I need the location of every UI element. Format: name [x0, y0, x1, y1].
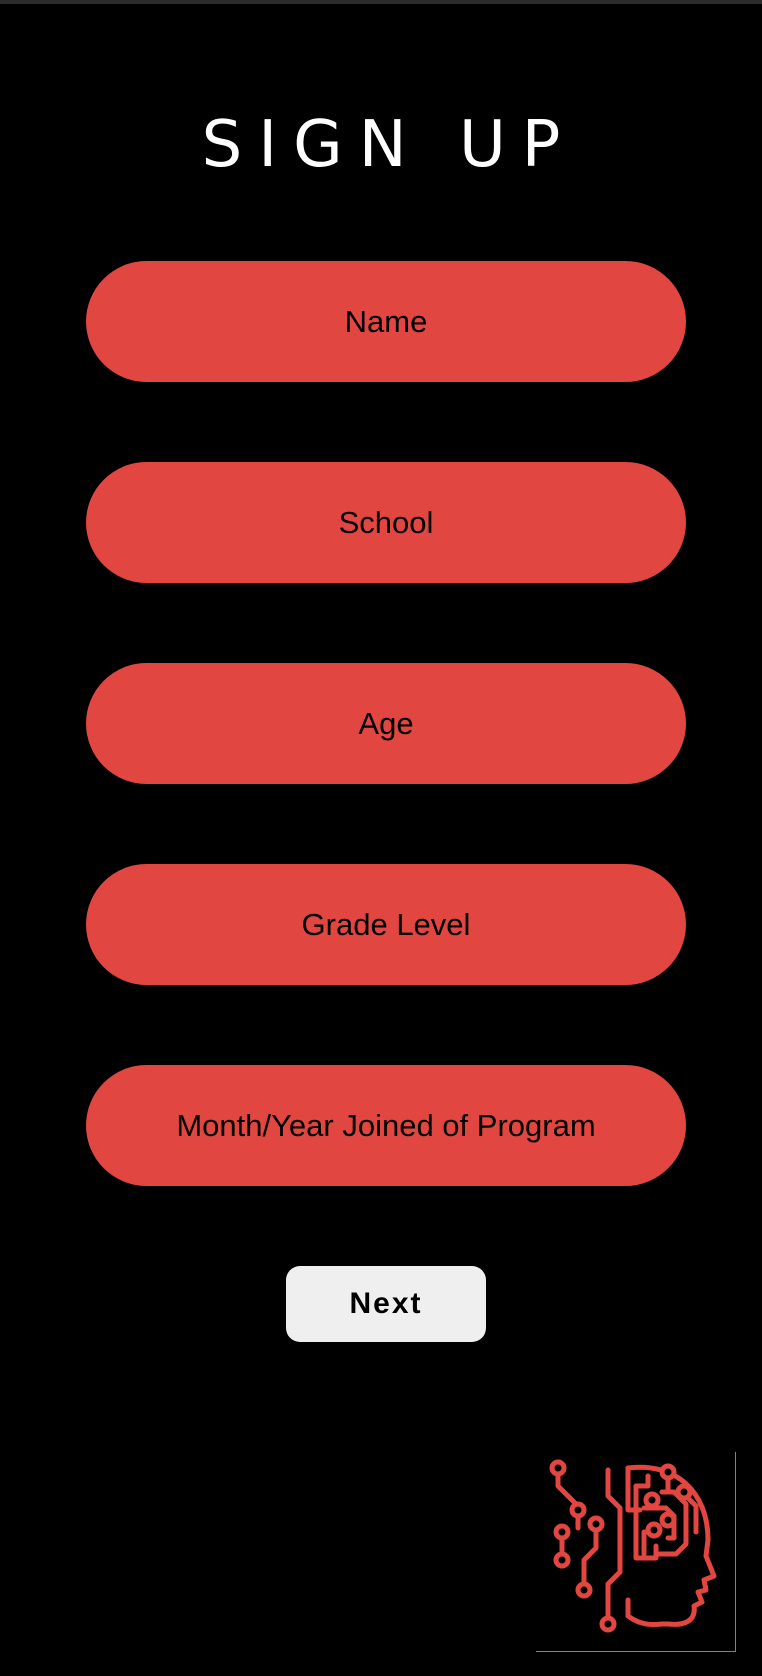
- top-strip: [0, 0, 762, 4]
- month-year-joined-field-label: Month/Year Joined of Program: [176, 1107, 596, 1143]
- age-field[interactable]: Age: [86, 663, 686, 784]
- page-title: SIGN UP: [201, 108, 577, 182]
- grade-level-field[interactable]: Grade Level: [86, 864, 686, 985]
- school-field[interactable]: School: [86, 462, 686, 583]
- school-field-label: School: [338, 504, 434, 540]
- month-year-joined-field[interactable]: Month/Year Joined of Program: [86, 1065, 686, 1186]
- grade-level-field-label: Grade Level: [301, 906, 471, 942]
- next-button[interactable]: Next: [286, 1266, 486, 1342]
- age-field-label: Age: [358, 705, 414, 741]
- ai-brain-circuit-icon: [536, 1452, 736, 1652]
- name-field-label: Name: [344, 303, 428, 339]
- name-field[interactable]: Name: [86, 261, 686, 382]
